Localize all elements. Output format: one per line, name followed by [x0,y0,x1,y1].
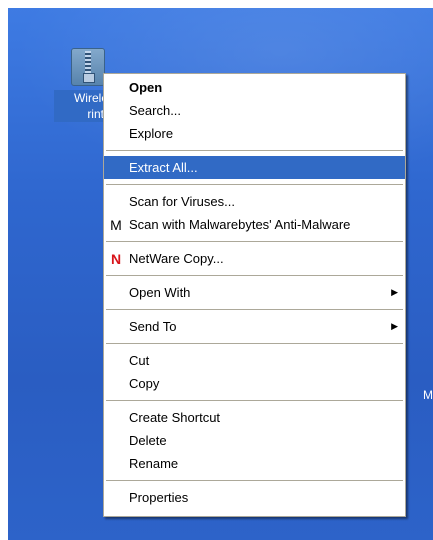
menu-item-label: Extract All... [129,160,198,175]
menu-item-label: Search... [129,103,182,118]
zipper-tab-graphic [83,73,95,83]
menu-item-explore[interactable]: Explore [104,122,405,145]
menu-item-scan-for-viruses[interactable]: Scan for Viruses... [104,190,405,213]
menu-separator [106,150,403,151]
menu-separator [106,275,403,276]
menu-item-scan-with-malwarebytes-anti-malware[interactable]: M Scan with Malwarebytes' Anti-Malware [104,213,405,236]
menu-item-open[interactable]: Open [104,76,405,99]
menu-item-label: Cut [129,353,150,368]
menu-separator [106,343,403,344]
menu-separator [106,184,403,185]
menu-item-label: Create Shortcut [129,410,221,425]
menu-item-label: Scan for Viruses... [129,194,235,209]
menu-item-label: Open [129,80,163,95]
menu-item-label: NetWare Copy... [129,251,224,266]
menu-item-cut[interactable]: Cut [104,349,405,372]
menu-separator [106,400,403,401]
menu-item-label: Open With [129,285,191,300]
menu-item-send-to[interactable]: Send To ▶ [104,315,405,338]
context-menu: Open Search... Explore Extract All... Scan f… [103,73,406,517]
menu-separator [106,241,403,242]
menu-item-rename[interactable]: Rename [104,452,405,475]
menu-separator [106,309,403,310]
menu-item-search[interactable]: Search... [104,99,405,122]
menu-item-create-shortcut[interactable]: Create Shortcut [104,406,405,429]
menu-item-label: Explore [129,126,174,141]
malwarebytes-icon: M [110,217,122,233]
netware-icon: N [110,251,122,267]
submenu-arrow-icon: ▶ [391,321,398,331]
menu-item-label: Rename [129,456,179,471]
menu-separator [106,480,403,481]
menu-item-label: Scan with Malwarebytes' Anti-Malware [129,217,351,232]
submenu-arrow-icon: ▶ [391,287,398,297]
menu-item-open-with[interactable]: Open With ▶ [104,281,405,304]
desktop-edge-fragment: M [423,388,433,402]
menu-item-label: Copy [129,376,160,391]
desktop-edge-text: M [423,388,433,402]
zip-folder-icon[interactable] [71,48,105,86]
menu-item-label: Send To [129,319,177,334]
menu-item-delete[interactable]: Delete [104,429,405,452]
menu-item-properties[interactable]: Properties [104,486,405,509]
menu-item-extract-all[interactable]: Extract All... [104,156,405,179]
menu-item-netware-copy[interactable]: N NetWare Copy... [104,247,405,270]
menu-item-label: Delete [129,433,167,448]
menu-item-label: Properties [129,490,189,505]
menu-item-copy[interactable]: Copy [104,372,405,395]
